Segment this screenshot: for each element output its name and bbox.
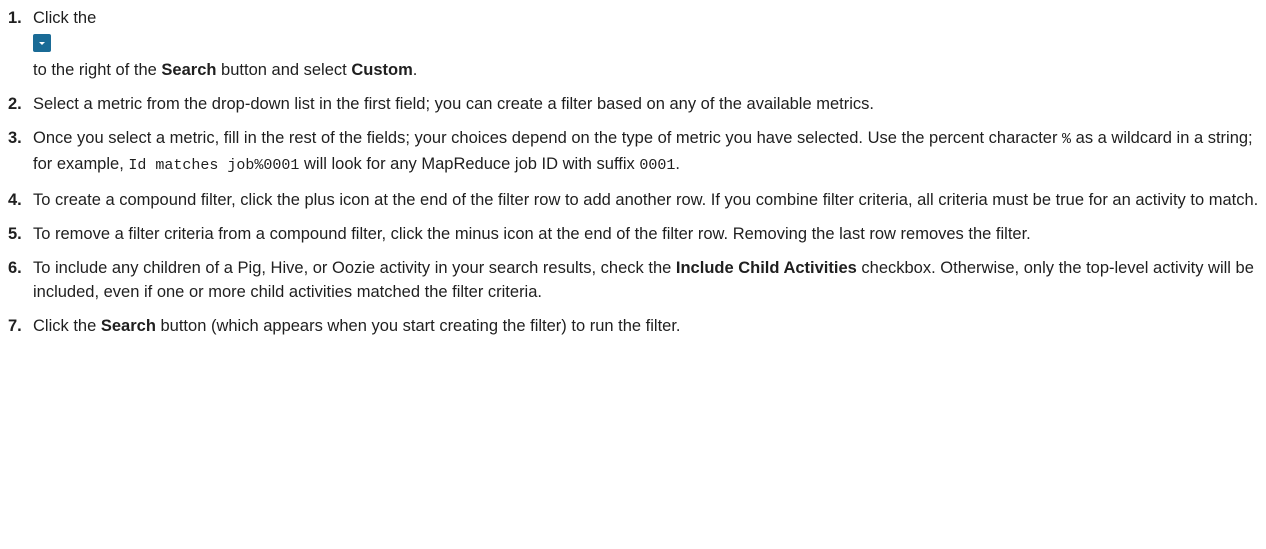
- step-text: Select a metric from the drop-down list …: [33, 95, 874, 113]
- step-number: 3.: [8, 129, 22, 147]
- step-5: 5. To remove a filter criteria from a co…: [8, 222, 1265, 246]
- step-4: 4. To create a compound filter, click th…: [8, 188, 1265, 212]
- step-2: 2. Select a metric from the drop-down li…: [8, 92, 1265, 116]
- step-text: .: [675, 155, 680, 173]
- example-code: Id matches job%0001: [128, 157, 300, 174]
- custom-label: Custom: [351, 61, 413, 79]
- step-text: To include any children of a Pig, Hive, …: [33, 259, 676, 277]
- step-text: Click the: [33, 317, 101, 335]
- step-number: 1.: [8, 9, 22, 27]
- step-text: button (which appears when you start cre…: [155, 317, 681, 335]
- step-text: to the right of the: [33, 61, 162, 79]
- step-number: 4.: [8, 191, 22, 209]
- step-text: To create a compound filter, click the p…: [33, 191, 1259, 209]
- step-text: will look for any MapReduce job ID with …: [299, 155, 640, 173]
- suffix-code: 0001: [639, 157, 676, 174]
- caret-down-icon[interactable]: [33, 34, 51, 52]
- step-7: 7. Click the Search button (which appear…: [8, 314, 1265, 338]
- step-number: 2.: [8, 95, 22, 113]
- step-1-intro: Click the: [33, 9, 97, 27]
- step-3: 3. Once you select a metric, fill in the…: [8, 126, 1265, 178]
- step-number: 6.: [8, 259, 22, 277]
- step-text: button and select: [216, 61, 352, 79]
- percent-code: %: [1062, 131, 1072, 148]
- step-number: 5.: [8, 225, 22, 243]
- step-1-body: to the right of the Search button and se…: [33, 58, 1265, 82]
- step-text: To remove a filter criteria from a compo…: [33, 225, 1031, 243]
- search-label: Search: [161, 61, 217, 79]
- step-number: 7.: [8, 317, 22, 335]
- instruction-steps: 1. Click the to the right of the Search …: [0, 0, 1266, 338]
- step-1: 1. Click the to the right of the Search …: [8, 6, 1265, 82]
- step-text: .: [412, 61, 418, 79]
- step-text: Once you select a metric, fill in the re…: [33, 129, 1063, 147]
- search-label: Search: [100, 317, 156, 335]
- include-child-activities-label: Include Child Activities: [675, 259, 857, 277]
- step-6: 6. To include any children of a Pig, Hiv…: [8, 256, 1265, 304]
